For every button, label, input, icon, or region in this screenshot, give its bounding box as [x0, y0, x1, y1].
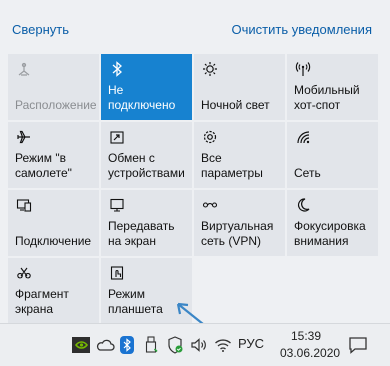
clock-date: 03.06.2020 [280, 346, 341, 360]
clear-notifications-link[interactable]: Очистить уведомления [232, 22, 372, 37]
gear-icon [201, 128, 219, 146]
tile-airplane-mode[interactable]: Режим "в самолете" [8, 122, 99, 188]
share-icon [108, 128, 126, 146]
tile-nearby-sharing[interactable]: Обмен с устройствами [101, 122, 192, 188]
onedrive-icon[interactable] [94, 334, 116, 356]
tile-label: Мобильный хот-спот [294, 83, 360, 112]
moon-icon [294, 196, 312, 214]
tile-label: Обмен с устройствами [108, 151, 185, 180]
bluetooth-icon [108, 60, 126, 78]
quick-actions-grid: Расположение Не подключено Ночной свет М… [8, 54, 378, 324]
vpn-icon [201, 196, 219, 214]
tile-vpn[interactable]: Виртуальная сеть (VPN) [194, 190, 285, 256]
location-icon [15, 60, 33, 78]
tile-label: Фокусировка внимания [294, 219, 366, 248]
action-center-header: Свернуть Очистить уведомления [0, 0, 390, 54]
tile-night-light[interactable]: Ночной свет [194, 54, 285, 120]
tile-all-settings[interactable]: Все параметры [194, 122, 285, 188]
tile-label: Расположение [15, 98, 97, 112]
volume-icon[interactable] [188, 334, 210, 356]
tile-label: Режим "в самолете" [15, 151, 72, 180]
airplane-icon [15, 128, 33, 146]
wifi-icon[interactable] [212, 334, 234, 356]
usb-icon[interactable] [140, 334, 162, 356]
taskbar: РУС 15:39 03.06.2020 [0, 323, 390, 366]
tile-bluetooth[interactable]: Не подключено [101, 54, 192, 120]
tile-label: Подключение [15, 234, 92, 248]
tile-label: Все параметры [201, 151, 263, 180]
collapse-link[interactable]: Свернуть [12, 22, 69, 37]
tile-tablet-mode[interactable]: Режим планшета [101, 258, 192, 324]
tile-network[interactable]: Сеть [287, 122, 378, 188]
defender-icon[interactable] [164, 334, 186, 356]
bluetooth-tray-icon[interactable] [116, 334, 138, 356]
tablet-icon [108, 264, 126, 282]
tile-label: Ночной свет [201, 98, 270, 112]
tile-focus-assist[interactable]: Фокусировка внимания [287, 190, 378, 256]
project-icon [108, 196, 126, 214]
language-indicator[interactable]: РУС [238, 336, 264, 351]
brightness-icon [201, 60, 219, 78]
tile-label: Виртуальная сеть (VPN) [201, 219, 274, 248]
tile-label: Не подключено [108, 83, 176, 112]
tile-screen-snip[interactable]: Фрагмент экрана [8, 258, 99, 324]
clock-time: 15:39 [290, 329, 322, 343]
connect-icon [15, 196, 33, 214]
network-icon [294, 128, 312, 146]
tile-label: Сеть [294, 166, 321, 180]
nvidia-icon[interactable] [70, 334, 92, 356]
hotspot-icon [294, 60, 312, 78]
tile-label: Режим планшета [108, 287, 163, 316]
tile-connect[interactable]: Подключение [8, 190, 99, 256]
snip-icon [15, 264, 33, 282]
tile-label: Фрагмент экрана [15, 287, 69, 316]
tile-mobile-hotspot[interactable]: Мобильный хот-спот [287, 54, 378, 120]
tile-label: Передавать на экран [108, 219, 175, 248]
clock[interactable]: 15:39 03.06.2020 [280, 328, 341, 362]
tile-project[interactable]: Передавать на экран [101, 190, 192, 256]
notification-center-icon[interactable] [346, 334, 370, 356]
tile-location[interactable]: Расположение [8, 54, 99, 120]
